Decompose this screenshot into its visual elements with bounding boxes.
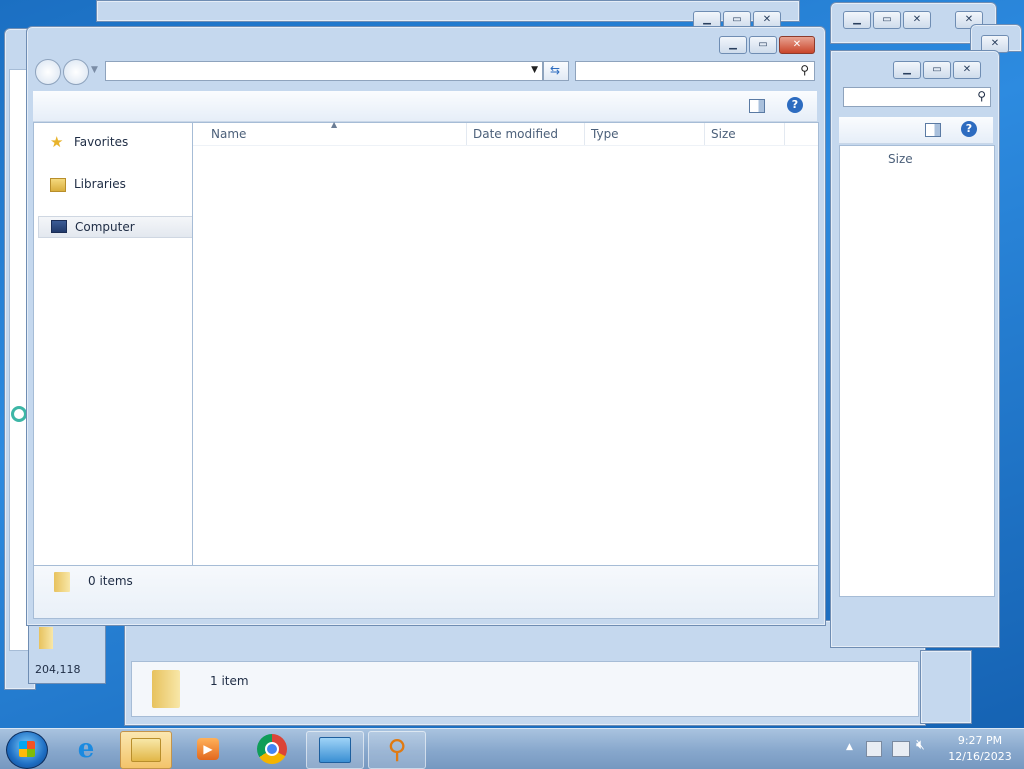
- action-center-icon[interactable]: [866, 741, 882, 757]
- background-window-1: ▁ ▭ ✕: [96, 0, 800, 29]
- search-box[interactable]: ⚲: [575, 61, 815, 81]
- preview-pane-icon[interactable]: [749, 99, 765, 113]
- behind-window-status: 1 item: [210, 674, 249, 688]
- search-icon: ⚲: [800, 63, 809, 77]
- control-panel-icon: [319, 737, 351, 763]
- background-window-3: ✕: [970, 24, 1022, 53]
- sort-arrow-icon: ▲: [331, 120, 338, 129]
- libraries-icon: [50, 178, 66, 192]
- help-icon[interactable]: ?: [961, 121, 977, 137]
- nav-libraries-label: Libraries: [74, 177, 126, 191]
- caption-buttons: ▁ ▭ ✕: [719, 36, 815, 54]
- taskbar-windows-explorer[interactable]: [120, 731, 172, 769]
- minimize-button[interactable]: ▁: [719, 36, 747, 54]
- behind-window: 1 item: [124, 620, 926, 726]
- maximize-icon: ▭: [758, 39, 768, 50]
- recent-pages-chevron-icon[interactable]: ▼: [91, 65, 98, 75]
- internet-explorer-icon: e: [77, 734, 95, 764]
- stacked-panel: 204,118: [28, 622, 106, 684]
- back-window-search-field[interactable]: ⚲: [843, 87, 991, 107]
- minimize-icon[interactable]: ▁: [893, 61, 921, 79]
- minimize-icon: ▁: [729, 39, 737, 50]
- back-window-content: Size: [839, 145, 995, 597]
- nav-favorites-label: Favorites: [74, 135, 129, 149]
- minimize-icon[interactable]: ▁: [843, 11, 871, 29]
- column-size[interactable]: Size: [705, 123, 785, 145]
- maximize-icon[interactable]: ▭: [873, 11, 901, 29]
- command-bar: ?: [33, 91, 817, 122]
- loading-circle-icon: [11, 406, 27, 422]
- file-list-pane: Name ▲ Date modified Type Size: [192, 120, 819, 566]
- close-icon[interactable]: ✕: [903, 11, 931, 29]
- back-button[interactable]: [35, 59, 61, 85]
- item-count-status: 0 items: [88, 574, 133, 588]
- navigation-pane: ★ Favorites Libraries Computer: [33, 122, 194, 566]
- refresh-icon: ⇆: [550, 63, 561, 77]
- details-pane: 0 items: [33, 565, 819, 619]
- folder-icon: [54, 572, 70, 592]
- nav-computer[interactable]: Computer: [38, 216, 194, 238]
- column-headers: Name ▲ Date modified Type Size: [193, 120, 818, 146]
- star-icon: ★: [50, 133, 64, 151]
- close-icon: ✕: [792, 39, 802, 50]
- chrome-icon: [257, 734, 287, 764]
- network-icon[interactable]: [892, 741, 910, 757]
- partial-size-text: 204,118: [35, 663, 81, 676]
- column-date-modified[interactable]: Date modified: [467, 123, 585, 145]
- magnifier-icon: ⚲: [387, 735, 407, 765]
- system-clock[interactable]: 9:27 PM 12/16/2023: [940, 733, 1020, 765]
- taskbar-control-panel[interactable]: [306, 731, 364, 769]
- maximize-icon[interactable]: ▭: [923, 61, 951, 79]
- folder-icon: [152, 670, 180, 708]
- address-dropdown-icon[interactable]: ▼: [531, 65, 538, 75]
- media-player-icon: ▶: [197, 738, 219, 760]
- taskbar-media-player[interactable]: ▶: [180, 731, 236, 767]
- back-window-toolbar: ?: [839, 117, 993, 144]
- size-column-header[interactable]: Size: [888, 152, 913, 166]
- start-button[interactable]: [6, 731, 48, 769]
- volume-muted-icon[interactable]: 🔇︎: [916, 737, 925, 753]
- maximize-button[interactable]: ▭: [749, 36, 777, 54]
- nav-computer-label: Computer: [75, 220, 135, 234]
- nav-favorites[interactable]: ★ Favorites: [38, 132, 128, 152]
- address-bar[interactable]: ▼: [105, 61, 543, 81]
- taskbar: e ▶ ⚲ ▲ 🔇︎ 9:27 PM 12/16/2023: [0, 728, 1024, 769]
- taskbar-chrome[interactable]: [244, 731, 300, 767]
- help-icon[interactable]: ?: [787, 97, 803, 113]
- search-icon: ⚲: [977, 89, 986, 103]
- column-type[interactable]: Type: [585, 123, 705, 145]
- forward-button[interactable]: [63, 59, 89, 85]
- close-button[interactable]: ✕: [779, 36, 815, 54]
- clock-date: 12/16/2023: [948, 750, 1012, 763]
- taskbar-search-tool[interactable]: ⚲: [368, 731, 426, 769]
- computer-icon: [51, 220, 67, 233]
- main-explorer-window: ▁ ▭ ✕ ▼ ▼ ⇆ ⚲ ? ★ Favorites Libraries Co: [26, 26, 826, 626]
- behind-window-right: [920, 650, 972, 724]
- show-hidden-icons-chevron-icon[interactable]: ▲: [846, 742, 853, 752]
- refresh-button[interactable]: ⇆: [543, 61, 569, 81]
- windows-logo-icon: [19, 741, 35, 757]
- preview-pane-icon[interactable]: [925, 123, 941, 137]
- folder-icon: [39, 627, 53, 649]
- close-icon[interactable]: ✕: [953, 61, 981, 79]
- back-window-right: ▁ ▭ ✕ ⚲ ? Size: [830, 50, 1000, 648]
- windows-explorer-icon: [131, 738, 161, 762]
- taskbar-internet-explorer[interactable]: e: [58, 731, 114, 767]
- clock-time: 9:27 PM: [957, 734, 1003, 747]
- nav-libraries[interactable]: Libraries: [38, 174, 126, 194]
